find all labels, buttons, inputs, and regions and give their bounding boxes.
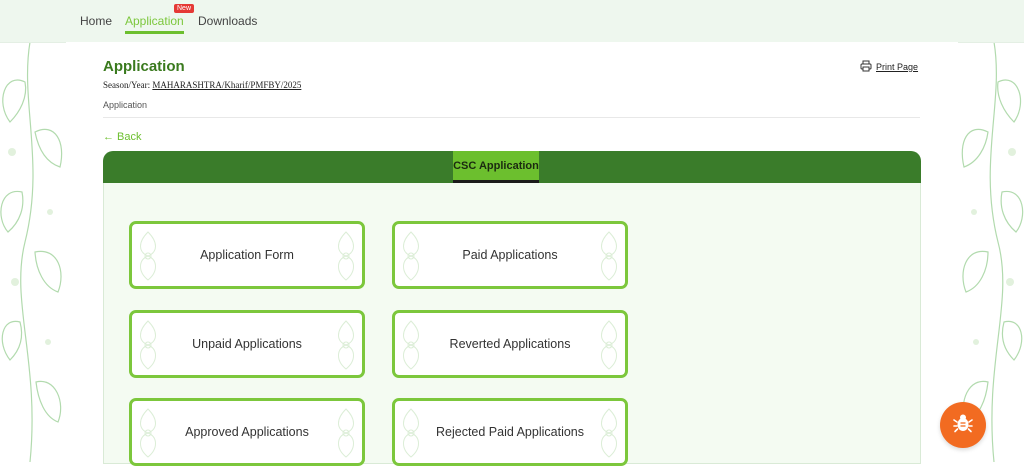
card-unpaid-applications[interactable]: Unpaid Applications [129, 310, 365, 378]
breadcrumb: Application [103, 100, 148, 110]
new-badge: New [174, 4, 195, 13]
print-page-link[interactable]: Print Page [860, 60, 918, 74]
ornament-right-icon [601, 408, 617, 458]
ornament-left-icon [403, 320, 419, 370]
ornament-left-icon [140, 231, 156, 281]
back-link[interactable]: ← Back [103, 131, 142, 143]
ornament-left-icon [140, 320, 156, 370]
page-title: Application [103, 58, 185, 75]
ornament-right-icon [338, 408, 354, 458]
season-link[interactable]: MAHARASHTRA/Kharif/PMFBY/2025 [152, 80, 301, 90]
card-paid-applications[interactable]: Paid Applications [392, 221, 628, 289]
ornament-left-icon [403, 231, 419, 281]
ornament-right-icon [338, 231, 354, 281]
left-foliage-decoration [0, 42, 66, 462]
season-label: Season/Year: [103, 80, 151, 90]
card-approved-applications[interactable]: Approved Applications [129, 398, 365, 466]
card-label: Unpaid Applications [192, 337, 302, 351]
bug-icon [952, 412, 974, 438]
season-year: Season/Year: MAHARASHTRA/Kharif/PMFBY/20… [103, 80, 301, 90]
nav-home[interactable]: Home [80, 14, 112, 28]
card-reverted-applications[interactable]: Reverted Applications [392, 310, 628, 378]
bug-report-button[interactable] [940, 402, 986, 448]
card-label: Paid Applications [462, 248, 558, 262]
card-application-form[interactable]: Application Form [129, 221, 365, 289]
card-rejected-paid-applications[interactable]: Rejected Paid Applications [392, 398, 628, 466]
printer-icon [860, 60, 872, 74]
ornament-right-icon [338, 320, 354, 370]
top-navigation: Home Application New Downloads [0, 0, 1024, 43]
ornament-left-icon [140, 408, 156, 458]
right-foliage-decoration [958, 42, 1024, 462]
card-label: Reverted Applications [449, 337, 571, 351]
header-divider [103, 117, 920, 118]
nav-downloads[interactable]: Downloads [198, 14, 257, 28]
print-page-label: Print Page [876, 62, 919, 72]
tab-csc-application[interactable]: CSC Application [453, 151, 539, 183]
active-nav-indicator [125, 31, 184, 34]
card-label: Approved Applications [185, 425, 309, 439]
nav-application[interactable]: Application [125, 14, 184, 28]
ornament-right-icon [601, 231, 617, 281]
ornament-left-icon [403, 408, 419, 458]
ornament-right-icon [601, 320, 617, 370]
panel-header: CSC Application [103, 151, 921, 183]
card-label: Rejected Paid Applications [435, 425, 584, 439]
card-label: Application Form [200, 248, 294, 262]
